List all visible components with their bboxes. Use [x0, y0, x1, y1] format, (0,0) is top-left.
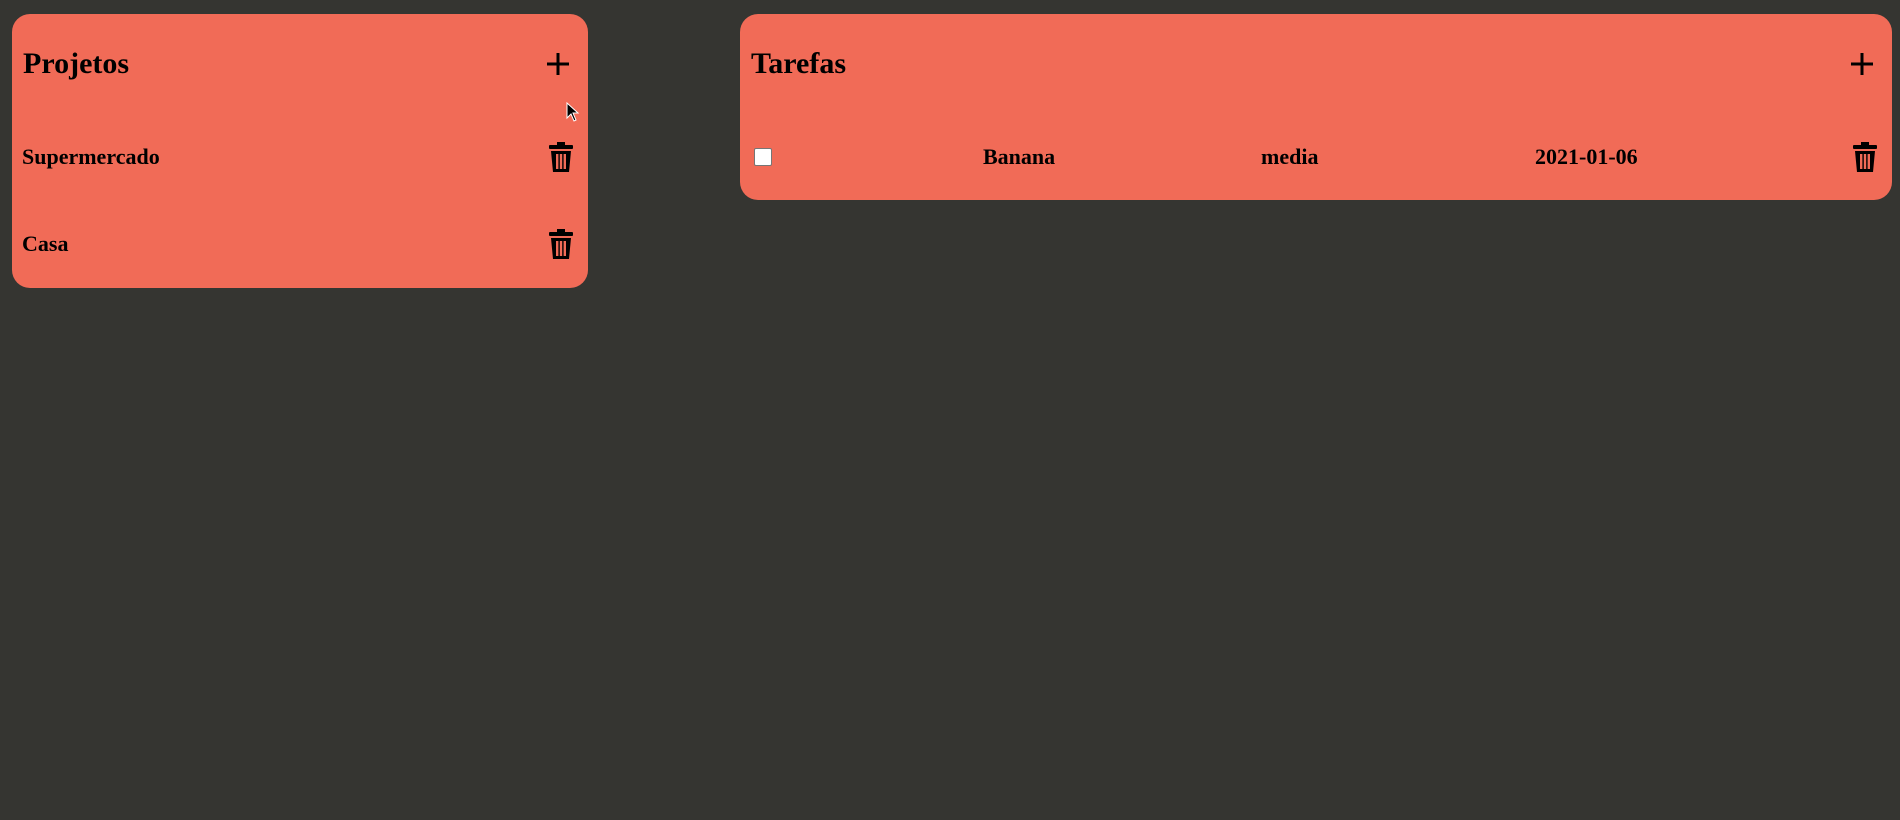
task-priority: media — [1261, 144, 1319, 169]
delete-project-button[interactable] — [546, 140, 576, 174]
trash-icon — [549, 142, 573, 172]
plus-icon — [1851, 53, 1873, 75]
task-date: 2021-01-06 — [1535, 144, 1638, 169]
task-name: Banana — [983, 144, 1056, 169]
task-done-checkbox[interactable] — [754, 148, 772, 166]
task-row: Banana media 2021-01-06 — [754, 137, 1880, 177]
project-item-label: Casa — [22, 231, 69, 256]
trash-icon — [1853, 142, 1877, 172]
projects-panel: Projetos Supermercado Casa — [12, 14, 588, 288]
project-item-casa[interactable]: Casa — [22, 224, 576, 264]
mouse-cursor-icon — [566, 102, 580, 122]
tasks-panel: Tarefas Banana media 2021-01-06 — [740, 14, 1892, 200]
delete-task-button[interactable] — [1850, 140, 1880, 174]
projects-title: Projetos — [23, 47, 130, 80]
trash-icon — [549, 229, 573, 259]
projects-header: Projetos — [23, 44, 574, 84]
tasks-title: Tarefas — [751, 47, 847, 80]
plus-icon — [547, 53, 569, 75]
project-item-supermercado[interactable]: Supermercado — [22, 137, 576, 177]
tasks-header: Tarefas — [751, 44, 1878, 84]
add-project-button[interactable] — [542, 48, 574, 80]
project-item-label: Supermercado — [22, 144, 160, 169]
delete-project-button[interactable] — [546, 227, 576, 261]
add-task-button[interactable] — [1846, 48, 1878, 80]
